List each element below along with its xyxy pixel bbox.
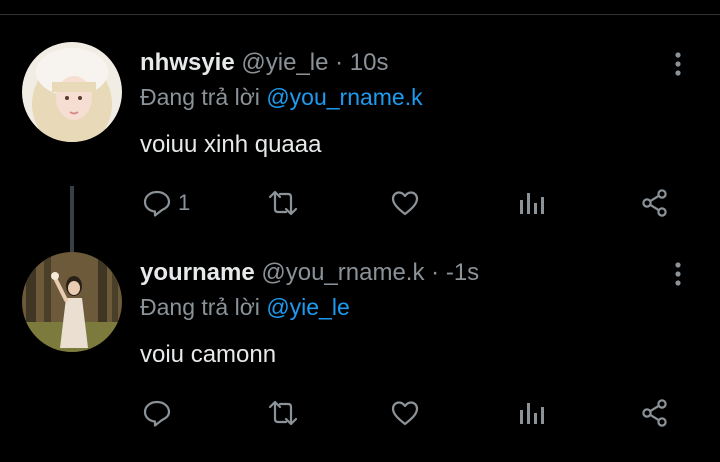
share-button[interactable] (640, 186, 670, 220)
reply-count: 1 (178, 190, 191, 215)
share-button[interactable] (640, 396, 670, 430)
views-button[interactable] (518, 186, 546, 220)
reply-button[interactable]: 1 (142, 186, 190, 220)
like-button[interactable] (390, 186, 420, 220)
display-name[interactable]: nhwsyie (140, 49, 235, 76)
like-icon (390, 188, 420, 218)
separator-dot: · (431, 259, 440, 286)
retweet-button[interactable] (266, 186, 300, 220)
timestamp[interactable]: -1s (446, 259, 479, 286)
mention-link[interactable]: @you_rname.k (266, 84, 422, 110)
share-icon (640, 398, 670, 428)
more-icon[interactable] (668, 50, 688, 78)
tweet-header: nhwsyie @yie_le · 10s (140, 48, 389, 78)
timestamp[interactable]: 10s (350, 49, 389, 76)
avatar[interactable] (22, 252, 122, 352)
like-button[interactable] (390, 396, 420, 430)
top-divider (0, 14, 720, 15)
reply-icon (142, 398, 172, 428)
tweet-text: voiuu xinh quaaa (140, 131, 322, 158)
display-name[interactable]: yourname (140, 259, 255, 286)
views-button[interactable] (518, 396, 546, 430)
tweet-text: voiu camonn (140, 341, 277, 368)
reply-icon (142, 188, 172, 218)
avatar[interactable] (22, 42, 122, 142)
tweet[interactable]: nhwsyie @yie_le · 10s Đang trả lời @you_… (0, 42, 720, 292)
user-handle[interactable]: @yie_le (241, 49, 328, 76)
action-bar (0, 396, 720, 430)
replying-prefix: Đang trả lời (140, 294, 260, 320)
retweet-icon (266, 398, 300, 428)
retweet-icon (266, 188, 300, 218)
action-bar: 1 (0, 186, 720, 220)
tweet-header: yourname @you_rname.k · -1s (140, 258, 479, 288)
more-icon[interactable] (668, 260, 688, 288)
retweet-button[interactable] (266, 396, 300, 430)
user-handle[interactable]: @you_rname.k (261, 259, 424, 286)
separator-dot: · (335, 49, 344, 76)
like-icon (390, 398, 420, 428)
share-icon (640, 188, 670, 218)
tweet[interactable]: yourname @you_rname.k · -1s Đang trả lời… (0, 252, 720, 462)
replying-to: Đang trả lời @you_rname.k (140, 82, 423, 112)
views-icon (518, 398, 546, 428)
replying-to: Đang trả lời @yie_le (140, 292, 350, 322)
reply-button[interactable] (142, 396, 178, 430)
replying-prefix: Đang trả lời (140, 84, 260, 110)
mention-link[interactable]: @yie_le (266, 294, 349, 320)
views-icon (518, 188, 546, 218)
